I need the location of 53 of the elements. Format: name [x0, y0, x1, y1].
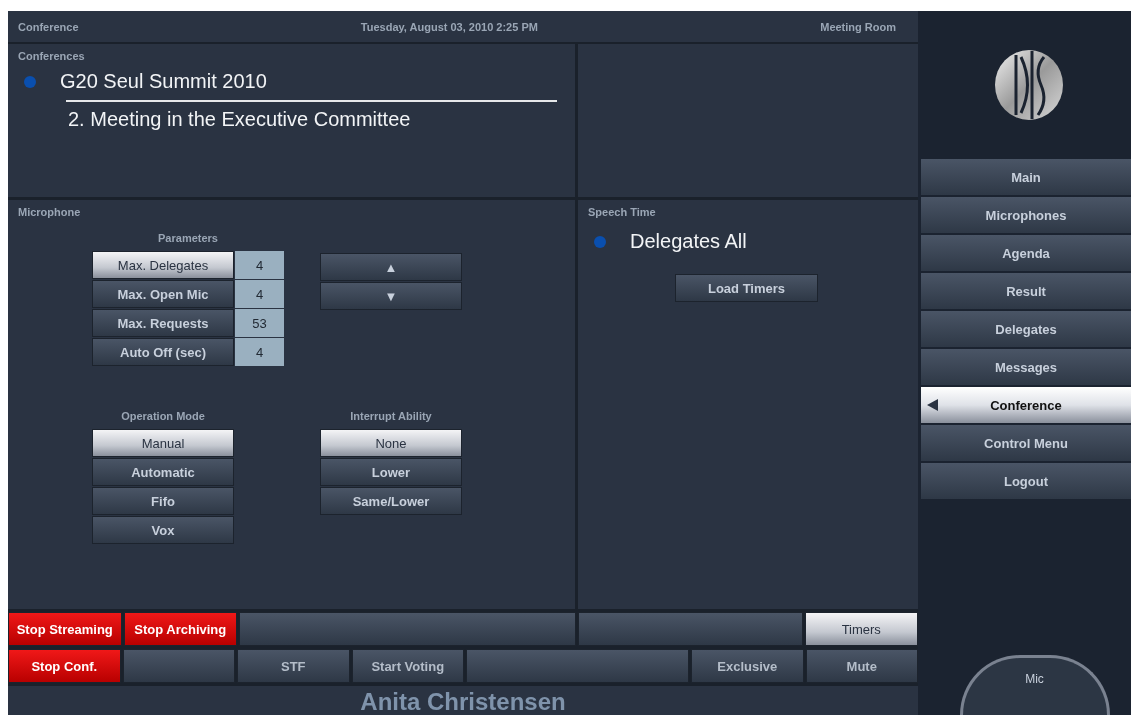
action-button[interactable]: Start Voting: [351, 649, 464, 683]
speech-group: Delegates All: [630, 230, 747, 253]
parameter-value: 4: [235, 251, 284, 279]
section-heading: Speech Time: [588, 206, 656, 218]
menu-item[interactable]: Agenda: [921, 235, 1131, 271]
meeting-title: 2. Meeting in the Executive Committee: [68, 108, 411, 131]
status-dot-icon: [24, 75, 36, 88]
mode-button[interactable]: Fifo: [92, 487, 234, 515]
triangle-icon: [927, 399, 938, 411]
interrupt-button[interactable]: Lower: [320, 458, 462, 486]
parameter-button[interactable]: Max. Delegates: [92, 251, 234, 279]
parameter-button[interactable]: Max. Open Mic: [92, 280, 234, 308]
menu-item[interactable]: Microphones: [921, 197, 1131, 233]
action-button[interactable]: Mute: [805, 649, 918, 683]
parameter-button[interactable]: Auto Off (sec): [92, 338, 234, 366]
section-heading: Conferences: [18, 50, 85, 62]
action-button[interactable]: Stop Archiving: [123, 612, 237, 646]
menu-item[interactable]: Delegates: [921, 311, 1131, 347]
section-heading: Microphone: [18, 206, 81, 218]
mic-button[interactable]: Mic: [959, 655, 1110, 715]
status-dot-icon: [594, 235, 606, 248]
menu-item[interactable]: Conference: [921, 387, 1131, 423]
parameter-value: 4: [235, 338, 284, 366]
action-button[interactable]: Timers: [804, 612, 918, 646]
action-button[interactable]: Stop Conf.: [8, 649, 121, 683]
parameter-button[interactable]: Max. Requests: [92, 309, 234, 337]
interrupt-button[interactable]: Same/Lower: [320, 487, 462, 515]
group-heading: Interrupt Ability: [350, 410, 432, 422]
action-button[interactable]: Exclusive: [691, 649, 804, 683]
mode-button[interactable]: Automatic: [92, 458, 234, 486]
menu-item[interactable]: Logout: [921, 463, 1131, 499]
arrow-button[interactable]: ▼: [320, 282, 462, 310]
mode-button[interactable]: Vox: [92, 516, 234, 544]
load-timers-button[interactable]: Load Timers: [675, 274, 818, 302]
action-button[interactable]: Stop Streaming: [8, 612, 122, 646]
action-button[interactable]: STF: [237, 649, 350, 683]
group-heading: Parameters: [158, 232, 218, 244]
date-time: Tuesday, August 03, 2010 2:25 PM: [360, 20, 538, 33]
parameter-value: 53: [235, 309, 284, 337]
screen-title: Conference: [18, 20, 79, 33]
mode-button[interactable]: Manual: [92, 429, 234, 457]
conference-name: G20 Seul Summit 2010: [60, 70, 267, 93]
emblem-icon: [993, 49, 1064, 121]
group-heading: Operation Mode: [121, 410, 205, 422]
arrow-button[interactable]: ▲: [320, 253, 462, 281]
menu-item[interactable]: Main: [921, 159, 1131, 195]
parameter-value: 4: [235, 280, 284, 308]
interrupt-button[interactable]: None: [320, 429, 462, 457]
menu-item[interactable]: Messages: [921, 349, 1131, 385]
menu-item[interactable]: Control Menu: [921, 425, 1131, 461]
menu-item[interactable]: Result: [921, 273, 1131, 309]
room-name: Meeting Room: [820, 20, 896, 33]
user-name: Anita Christensen: [360, 689, 566, 715]
